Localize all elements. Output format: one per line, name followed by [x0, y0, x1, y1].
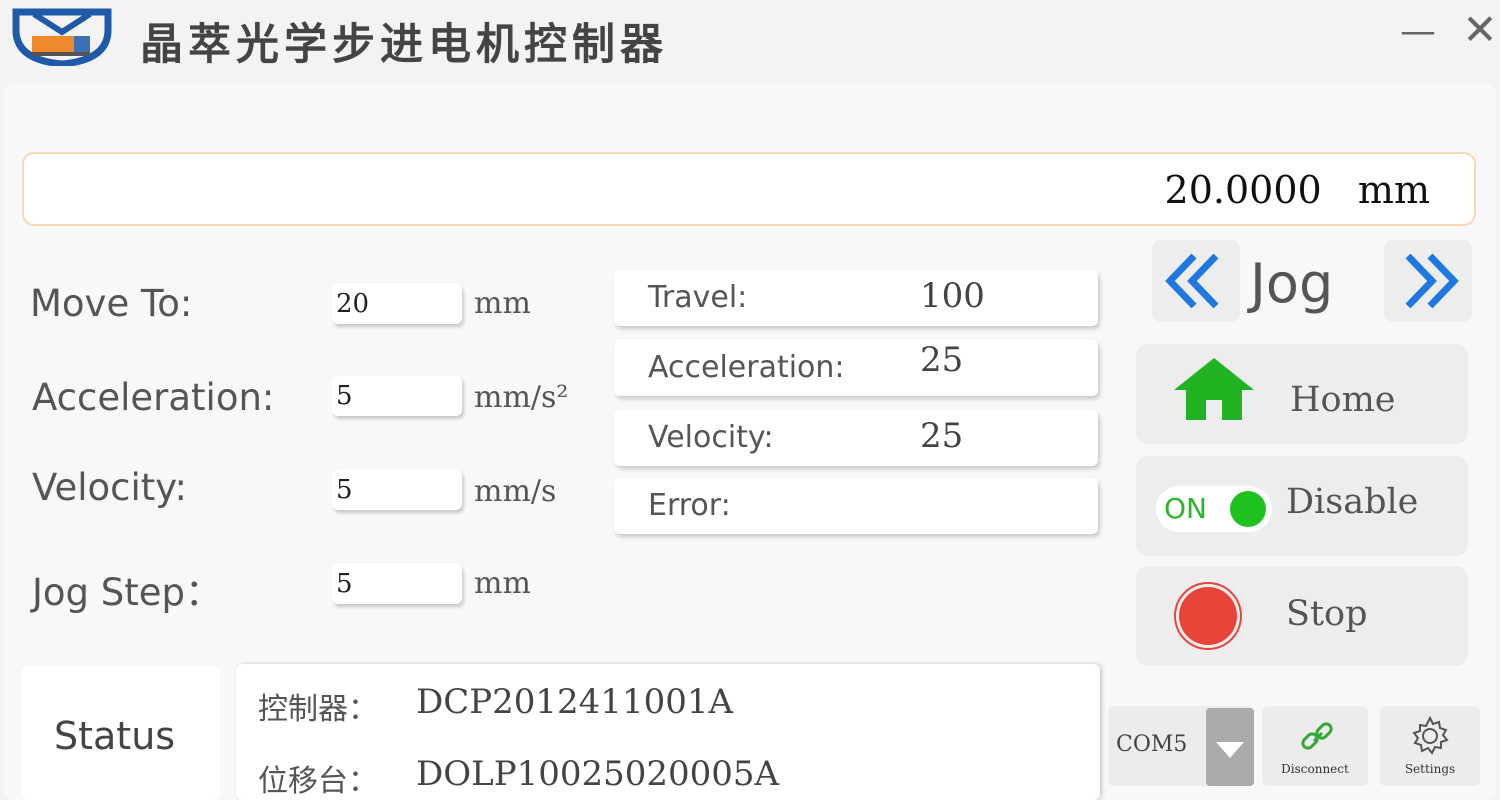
com-port-value: COM5 [1116, 732, 1188, 757]
toggle-knob [1230, 491, 1266, 527]
jog-right-button[interactable] [1384, 240, 1472, 322]
error-key: Error: [648, 488, 731, 523]
jog-step-input[interactable]: 5 [332, 564, 462, 604]
velocity-info-key: Velocity: [648, 420, 774, 455]
move-to-input[interactable]: 20 [332, 284, 462, 324]
title-bar: 晶萃光学步进电机控制器 — ✕ [0, 0, 1500, 78]
app-logo-icon [12, 8, 112, 66]
stage-key: 位移台： [258, 764, 378, 799]
jog-step-label: Jog Step： [32, 571, 223, 614]
com-dropdown-button[interactable] [1206, 708, 1254, 786]
gear-icon [1412, 715, 1449, 755]
settings-label: Settings [1404, 762, 1456, 776]
position-value: 20.0000 [1164, 168, 1322, 212]
close-button[interactable]: ✕ [1460, 8, 1500, 52]
position-readout-value: 20.0000 mm [1165, 168, 1430, 212]
velocity-unit: mm/s [474, 474, 557, 509]
settings-button[interactable]: Settings [1380, 706, 1480, 786]
enable-toggle[interactable]: ON [1156, 486, 1272, 532]
acceleration-info: Acceleration: 25 [614, 340, 1098, 396]
disable-label: Disable [1286, 482, 1419, 522]
position-unit: mm [1357, 168, 1430, 212]
velocity-input[interactable]: 5 [332, 470, 462, 510]
device-status-box: 控制器： DCP2012411001A 位移台： DOLP10025020005… [236, 664, 1100, 800]
acceleration-label: Acceleration: [32, 376, 275, 419]
acceleration-info-key: Acceleration: [648, 350, 845, 385]
travel-info: Travel: 100 [614, 270, 1098, 326]
triangle-down-icon [1216, 742, 1244, 758]
status-label: Status [54, 714, 176, 758]
move-to-label: Move To: [30, 282, 193, 325]
disable-button[interactable]: ON Disable [1136, 456, 1468, 556]
disconnect-label: Disconnect [1281, 762, 1349, 776]
stop-circle-icon [1174, 582, 1242, 650]
position-readout: 20.0000 mm [22, 152, 1476, 226]
controller-key: 控制器： [258, 692, 378, 727]
jog-label: Jog [1250, 252, 1334, 315]
disconnect-button[interactable]: Disconnect [1262, 706, 1368, 786]
error-info: Error: [614, 478, 1098, 534]
house-icon [1174, 358, 1254, 420]
velocity-label: Velocity: [32, 466, 187, 509]
minimize-button[interactable]: — [1398, 12, 1438, 52]
stop-label: Stop [1286, 594, 1368, 634]
stage-value: DOLP10025020005A [416, 754, 780, 794]
velocity-info: Velocity: 25 [614, 410, 1098, 466]
acceleration-unit: mm/s² [474, 380, 569, 415]
stop-button[interactable]: Stop [1136, 566, 1468, 666]
double-chevron-right-icon [1405, 253, 1459, 309]
jog-left-button[interactable] [1152, 240, 1240, 322]
home-label: Home [1290, 380, 1396, 420]
link-icon [1301, 722, 1333, 750]
jog-step-unit: mm [474, 566, 531, 601]
move-to-unit: mm [474, 286, 531, 321]
home-button[interactable]: Home [1136, 344, 1468, 444]
double-chevron-left-icon [1165, 253, 1219, 309]
acceleration-info-value: 25 [920, 340, 964, 380]
com-port-select[interactable]: COM5 [1108, 706, 1254, 786]
acceleration-input[interactable]: 5 [332, 376, 462, 416]
travel-value: 100 [920, 276, 985, 316]
status-box: Status [22, 666, 220, 800]
travel-key: Travel: [648, 280, 748, 315]
controller-value: DCP2012411001A [416, 682, 734, 722]
toggle-on-label: ON [1164, 492, 1207, 525]
app-title: 晶萃光学步进电机控制器 [140, 20, 668, 70]
velocity-info-value: 25 [920, 416, 964, 456]
